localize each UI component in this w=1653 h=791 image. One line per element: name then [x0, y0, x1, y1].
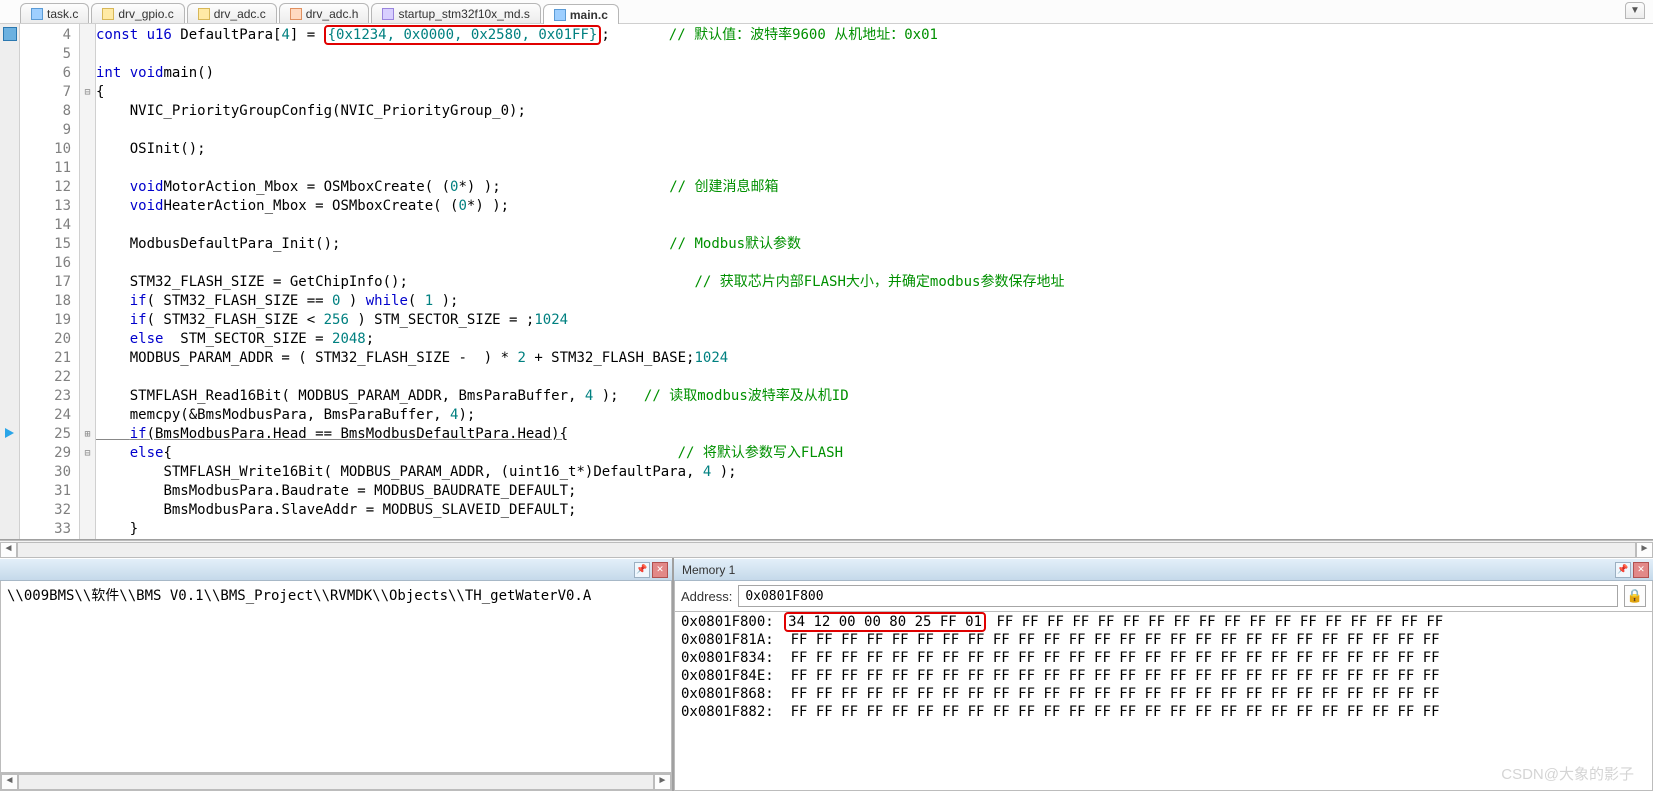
file-icon: [382, 8, 394, 20]
tab-drv-gpio-c[interactable]: drv_gpio.c: [91, 3, 184, 23]
fold-toggle[interactable]: [80, 235, 95, 254]
fold-toggle[interactable]: [80, 254, 95, 273]
fold-toggle[interactable]: [80, 178, 95, 197]
scroll-left[interactable]: ◄: [0, 542, 17, 558]
bookmark-icon[interactable]: [3, 27, 17, 41]
file-icon: [31, 8, 43, 20]
memory-row: 0x0801F834: FF FF FF FF FF FF FF FF FF F…: [681, 650, 1646, 668]
highlighted-bytes: 34 12 00 00 80 25 FF 01: [784, 612, 986, 632]
memory-row: 0x0801F800: 34 12 00 00 80 25 FF 01 FF F…: [681, 614, 1646, 632]
tab-label: task.c: [47, 7, 78, 21]
tab-drv-adc-c[interactable]: drv_adc.c: [187, 3, 277, 23]
fold-toggle[interactable]: [80, 64, 95, 83]
tab-label: drv_adc.c: [214, 7, 266, 21]
line-number-column: 4567891011121314151617181920212223242529…: [20, 24, 80, 539]
fold-toggle[interactable]: [80, 311, 95, 330]
fold-toggle[interactable]: [80, 140, 95, 159]
scroll-left[interactable]: ◄: [1, 774, 18, 790]
tab-main-c[interactable]: main.c: [543, 4, 619, 24]
fold-toggle[interactable]: [80, 273, 95, 292]
file-icon: [290, 8, 302, 20]
tab-bar: task.c drv_gpio.c drv_adc.c drv_adc.h startu…: [0, 0, 1653, 24]
tab-drv-adc-h[interactable]: drv_adc.h: [279, 3, 370, 23]
tab-startup-stm32f10x-md-s[interactable]: startup_stm32f10x_md.s: [371, 3, 540, 23]
fold-toggle[interactable]: [80, 102, 95, 121]
fold-column[interactable]: ⊟⊞⊟: [80, 24, 96, 539]
scroll-right[interactable]: ►: [1636, 542, 1653, 558]
fold-toggle[interactable]: [80, 349, 95, 368]
memory-row: 0x0801F84E: FF FF FF FF FF FF FF FF FF F…: [681, 668, 1646, 686]
bottom-panels: 📌 ✕ \\009BMS\\软件\\BMS V0.1\\BMS_Project\…: [0, 558, 1653, 791]
memory-row: 0x0801F81A: FF FF FF FF FF FF FF FF FF F…: [681, 632, 1646, 650]
fold-toggle[interactable]: [80, 501, 95, 520]
scroll-track[interactable]: [18, 774, 654, 790]
fold-toggle[interactable]: [80, 159, 95, 178]
fold-toggle[interactable]: ⊟: [80, 83, 95, 102]
code-content[interactable]: const u16 DefaultPara[4] = {0x1234, 0x00…: [96, 24, 1653, 539]
marker-column: [0, 24, 20, 539]
file-icon: [198, 8, 210, 20]
tab-label: main.c: [570, 8, 608, 22]
address-input[interactable]: [738, 585, 1618, 607]
lock-icon[interactable]: 🔒: [1624, 585, 1646, 607]
memory-panel-header: Memory 1 📌 ✕: [674, 558, 1653, 581]
memory-panel: Memory 1 📌 ✕ Address: 🔒 0x0801F800: 34 1…: [674, 558, 1653, 791]
fold-toggle[interactable]: [80, 520, 95, 539]
close-icon[interactable]: ✕: [652, 562, 668, 578]
tab-dropdown[interactable]: ▼: [1625, 2, 1645, 19]
output-panel: 📌 ✕ \\009BMS\\软件\\BMS V0.1\\BMS_Project\…: [0, 558, 674, 791]
file-icon: [554, 9, 566, 21]
output-panel-header: 📌 ✕: [0, 558, 672, 581]
fold-toggle[interactable]: [80, 121, 95, 140]
fold-toggle[interactable]: [80, 406, 95, 425]
output-horizontal-scrollbar[interactable]: ◄ ►: [0, 773, 672, 791]
pin-icon[interactable]: 📌: [1615, 562, 1631, 578]
fold-toggle[interactable]: [80, 330, 95, 349]
fold-toggle[interactable]: [80, 26, 95, 45]
fold-toggle[interactable]: [80, 368, 95, 387]
memory-panel-title: Memory 1: [682, 563, 735, 577]
current-line-icon: [5, 428, 14, 438]
fold-toggle[interactable]: ⊟: [80, 444, 95, 463]
memory-address-row: Address: 🔒: [675, 581, 1652, 612]
memory-dump[interactable]: 0x0801F800: 34 12 00 00 80 25 FF 01 FF F…: [675, 612, 1652, 724]
tab-label: drv_gpio.c: [118, 7, 173, 21]
tab-task-c[interactable]: task.c: [20, 3, 89, 23]
output-text: \\009BMS\\软件\\BMS V0.1\\BMS_Project\\RVM…: [1, 581, 671, 609]
tab-label: drv_adc.h: [306, 7, 359, 21]
scroll-track[interactable]: [17, 542, 1636, 558]
fold-toggle[interactable]: [80, 482, 95, 501]
fold-toggle[interactable]: [80, 387, 95, 406]
fold-toggle[interactable]: [80, 463, 95, 482]
fold-toggle[interactable]: [80, 45, 95, 64]
highlighted-values: {0x1234, 0x0000, 0x2580, 0x01FF}: [324, 25, 602, 45]
code-editor[interactable]: 4567891011121314151617181920212223242529…: [0, 24, 1653, 540]
fold-toggle[interactable]: [80, 216, 95, 235]
tab-label: startup_stm32f10x_md.s: [398, 7, 529, 21]
address-label: Address:: [681, 589, 732, 604]
editor-horizontal-scrollbar[interactable]: ◄ ►: [0, 540, 1653, 558]
memory-row: 0x0801F868: FF FF FF FF FF FF FF FF FF F…: [681, 686, 1646, 704]
pin-icon[interactable]: 📌: [634, 562, 650, 578]
scroll-right[interactable]: ►: [654, 774, 671, 790]
fold-toggle[interactable]: [80, 197, 95, 216]
file-icon: [102, 8, 114, 20]
close-icon[interactable]: ✕: [1633, 562, 1649, 578]
memory-row: 0x0801F882: FF FF FF FF FF FF FF FF FF F…: [681, 704, 1646, 722]
fold-toggle[interactable]: ⊞: [80, 425, 95, 444]
fold-toggle[interactable]: [80, 292, 95, 311]
watermark: CSDN@大象的影子: [1501, 763, 1634, 784]
